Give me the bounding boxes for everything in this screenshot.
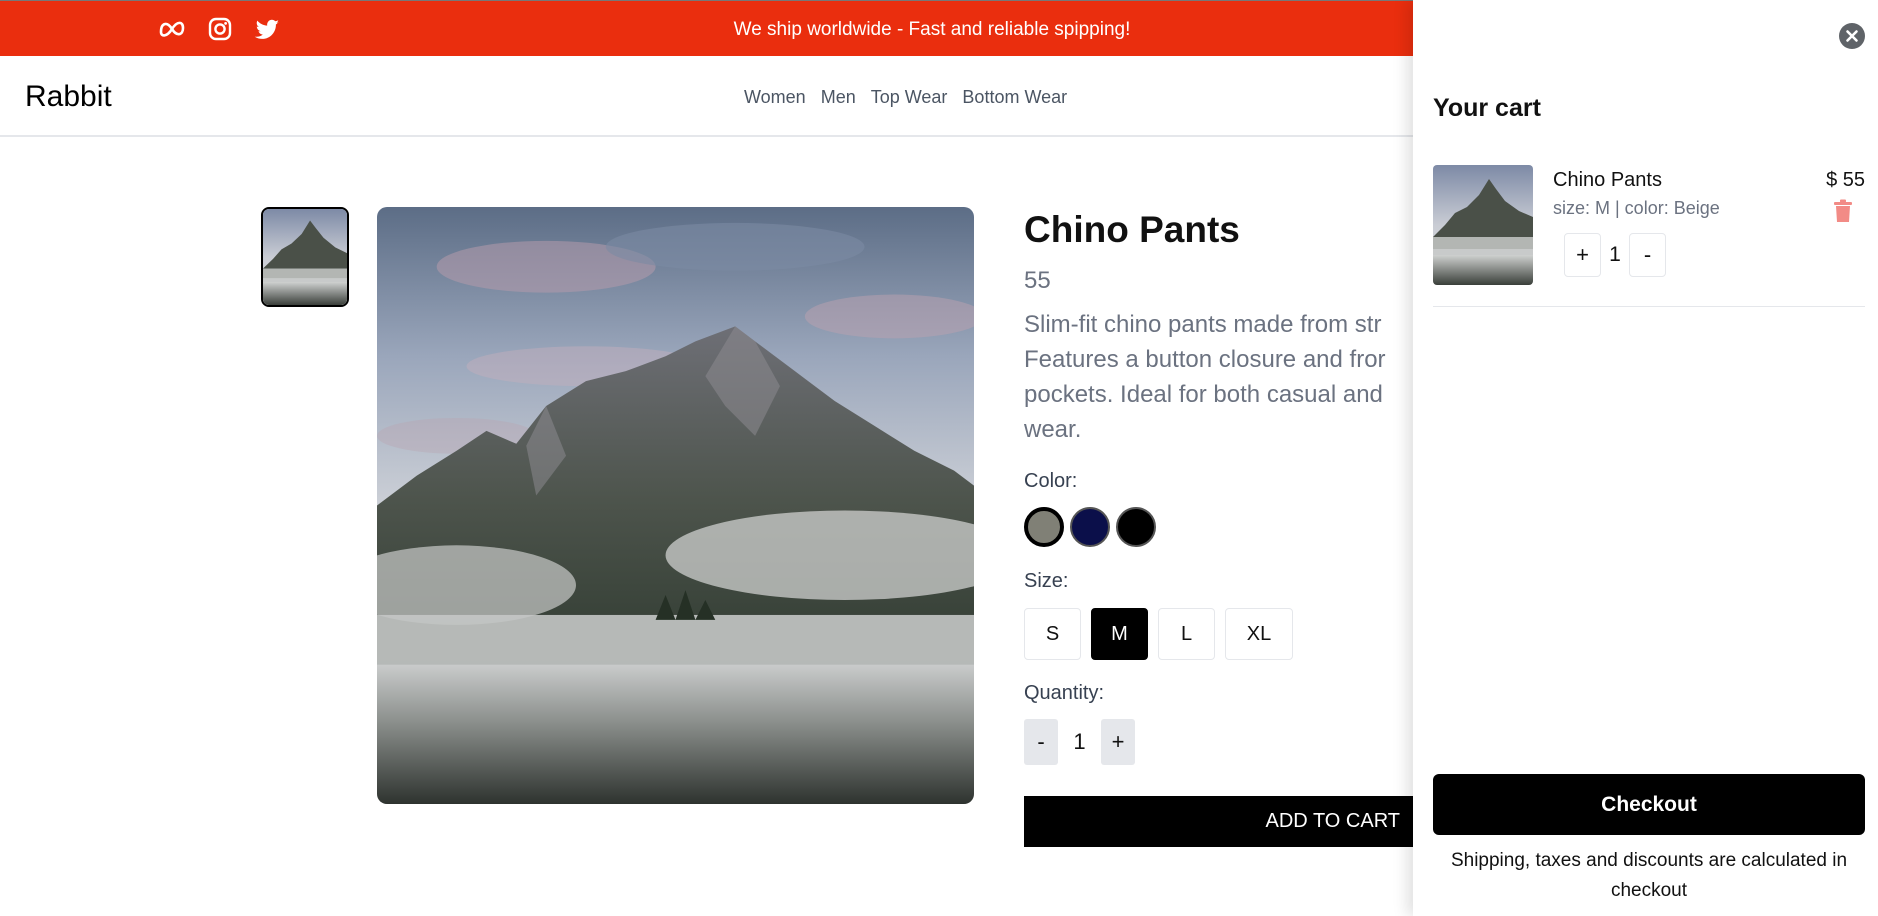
checkout-button[interactable]: Checkout <box>1433 774 1865 835</box>
color-label: Color: <box>1024 470 1078 492</box>
cart-item-price: $ 55 <box>1826 169 1865 191</box>
color-swatch-black[interactable] <box>1116 507 1156 547</box>
size-option-l[interactable]: L <box>1158 608 1215 660</box>
add-to-cart-button[interactable]: ADD TO CART <box>1024 796 1454 847</box>
size-label: Size: <box>1024 570 1069 592</box>
nav-link-bottom-wear[interactable]: Bottom Wear <box>962 87 1067 108</box>
quantity-value: 1 <box>1073 729 1086 754</box>
color-swatch-navy[interactable] <box>1070 507 1110 547</box>
nav-link-men[interactable]: Men <box>821 87 856 108</box>
color-swatches <box>1024 507 1156 547</box>
cart-item-quantity-stepper: + 1 - <box>1564 233 1666 277</box>
checkout-note: Shipping, taxes and discounts are calcul… <box>1450 850 1848 901</box>
cart-item-name: Chino Pants <box>1553 169 1662 191</box>
color-swatch-gray[interactable] <box>1024 507 1064 547</box>
product-description: Slim-fit chino pants made from str Featu… <box>1024 311 1386 443</box>
cart-item: Chino Pants size: M | color: Beige $ 55 … <box>1433 165 1865 307</box>
nav-link-top-wear[interactable]: Top Wear <box>871 87 948 108</box>
nav-link-women[interactable]: Women <box>744 87 806 108</box>
product-thumbnail[interactable] <box>261 207 349 307</box>
cart-item-increase-button[interactable]: + <box>1564 233 1601 277</box>
close-icon <box>1846 30 1858 42</box>
remove-item-button[interactable] <box>1833 199 1853 223</box>
size-option-m[interactable]: M <box>1091 608 1148 660</box>
main-nav: Women Men Top Wear Bottom Wear <box>744 87 1067 108</box>
cart-item-quantity: 1 <box>1609 243 1621 266</box>
quantity-label: Quantity: <box>1024 682 1105 704</box>
cart-item-image <box>1433 165 1533 285</box>
quantity-stepper: - 1 + <box>1024 719 1135 765</box>
logo[interactable]: Rabbit <box>25 80 112 114</box>
cart-title: Your cart <box>1433 94 1541 122</box>
close-cart-button[interactable] <box>1839 23 1865 49</box>
size-options: S M L XL <box>1024 608 1293 660</box>
product-title: Chino Pants <box>1024 209 1240 250</box>
cart-item-variant: size: M | color: Beige <box>1553 198 1720 218</box>
quantity-increase-button[interactable]: + <box>1101 719 1135 765</box>
size-option-s[interactable]: S <box>1024 608 1081 660</box>
trash-icon <box>1834 199 1852 222</box>
cart-item-decrease-button[interactable]: - <box>1629 233 1666 277</box>
product-page: We ship worldwide - Fast and reliable sp… <box>0 0 1878 916</box>
product-price: 55 <box>1024 267 1051 294</box>
product-main-image <box>377 207 974 804</box>
size-option-xl[interactable]: XL <box>1225 608 1293 660</box>
quantity-decrease-button[interactable]: - <box>1024 719 1058 765</box>
